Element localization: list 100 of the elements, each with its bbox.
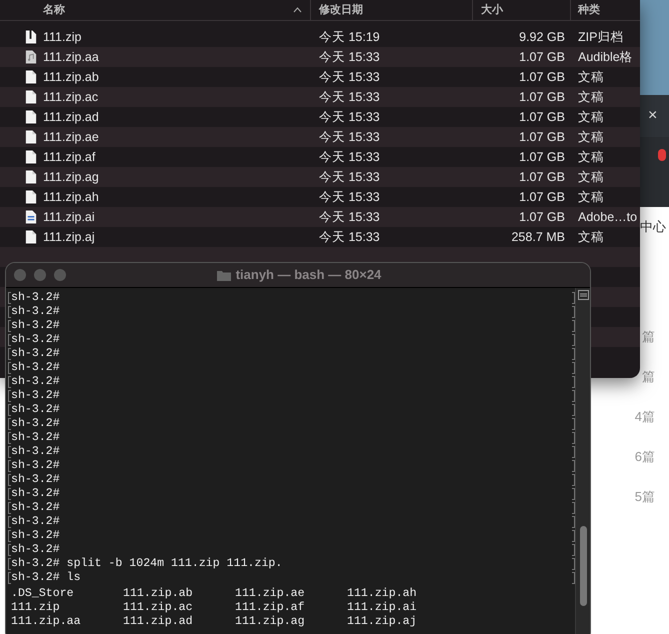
article-count: 5篇 xyxy=(634,488,655,506)
file-row[interactable]: 111.zip.ac 今天 15:33 1.07 GB 文稿 xyxy=(0,87,640,107)
article-count: 6篇 xyxy=(634,448,655,466)
column-header[interactable]: 修改日期 xyxy=(311,0,473,20)
file-row[interactable]: 111.zip.ah 今天 15:33 1.07 GB 文稿 xyxy=(0,187,640,207)
line-mark xyxy=(8,460,11,472)
line-mark xyxy=(8,572,11,584)
article-count: 篇 xyxy=(642,368,655,386)
column-header[interactable]: 大小 xyxy=(473,0,571,20)
document-icon xyxy=(24,169,38,185)
file-row[interactable]: 111.zip.ae 今天 15:33 1.07 GB 文稿 xyxy=(0,127,640,147)
terminal-output: 111.zip.ag xyxy=(235,615,305,628)
file-row[interactable]: 111.zip 今天 15:19 9.92 GB ZIP归档 xyxy=(0,27,640,47)
line-mark xyxy=(8,362,11,374)
line-mark xyxy=(8,334,11,346)
file-name: 111.zip.ac xyxy=(43,88,98,106)
window-title: tianyh — bash — 80×24 xyxy=(236,266,382,284)
file-name: 111.zip.aa xyxy=(43,48,99,66)
modified-date: 今天 15:33 xyxy=(319,230,380,244)
file-kind: 文稿 xyxy=(578,130,604,144)
terminal-output: 111.zip.ae xyxy=(235,587,305,600)
zoom-window-button[interactable] xyxy=(54,269,66,281)
terminal-output: 111.zip xyxy=(11,601,60,614)
file-row[interactable]: 111.zip.ag 今天 15:33 1.07 GB 文稿 xyxy=(0,167,640,187)
file-size: 1.07 GB xyxy=(519,50,565,64)
file-row[interactable]: 111.zip.aa 今天 15:33 1.07 GB Audible格 xyxy=(0,47,640,67)
article-count: 篇 xyxy=(642,328,655,346)
terminal-line: sh-3.2# xyxy=(11,501,60,515)
terminal-line: sh-3.2# xyxy=(11,515,60,529)
file-size: 1.07 GB xyxy=(519,210,565,224)
terminal-output: 111.zip.ab xyxy=(123,587,193,600)
line-mark xyxy=(8,404,11,416)
terminal-line: sh-3.2# xyxy=(11,333,60,347)
file-kind: 文稿 xyxy=(578,170,604,184)
document-icon xyxy=(24,189,38,205)
terminal-line: sh-3.2# xyxy=(11,487,60,501)
article-count: 4篇 xyxy=(634,408,655,426)
line-mark xyxy=(8,418,11,430)
file-row[interactable]: 111.zip.ai 今天 15:33 1.07 GB Adobe…to xyxy=(0,207,640,227)
file-kind: 文稿 xyxy=(578,110,604,124)
file-row[interactable]: 111.zip.ab 今天 15:33 1.07 GB 文稿 xyxy=(0,67,640,87)
document-icon xyxy=(24,109,38,125)
terminal-line: sh-3.2# xyxy=(11,389,60,403)
split-pane-icon[interactable] xyxy=(578,290,588,300)
line-mark xyxy=(8,376,11,388)
document-icon xyxy=(24,149,38,165)
terminal-line: sh-3.2# xyxy=(11,361,60,375)
terminal-output: 111.zip.af xyxy=(235,601,305,614)
column-header[interactable]: 种类 xyxy=(571,0,640,20)
terminal-line: sh-3.2# xyxy=(11,459,60,473)
file-size: 1.07 GB xyxy=(519,90,565,104)
terminal-output: .DS_Store xyxy=(11,587,74,600)
nav-text: 中心 xyxy=(640,218,666,236)
extension-icon xyxy=(658,149,666,161)
document-icon xyxy=(24,129,38,145)
file-kind: 文稿 xyxy=(578,90,604,104)
file-kind: 文稿 xyxy=(578,230,604,244)
terminal-line: sh-3.2# xyxy=(11,431,60,445)
terminal-line: sh-3.2# xyxy=(11,473,60,487)
line-mark xyxy=(8,390,11,402)
terminal-line: sh-3.2# xyxy=(11,417,60,431)
file-name: 111.zip.aj xyxy=(43,228,95,246)
line-mark xyxy=(8,530,11,542)
modified-date: 今天 15:33 xyxy=(319,170,380,184)
line-mark xyxy=(8,544,11,556)
terminal-line: sh-3.2# xyxy=(11,291,60,305)
modified-date: 今天 15:33 xyxy=(319,210,380,224)
modified-date: 今天 15:33 xyxy=(319,110,380,124)
image-file-icon xyxy=(24,209,38,225)
file-name: 111.zip.ah xyxy=(43,188,99,206)
file-size: 1.07 GB xyxy=(519,70,565,84)
terminal-output: 111.zip.ad xyxy=(123,615,193,628)
file-row[interactable]: 111.zip.af 今天 15:33 1.07 GB 文稿 xyxy=(0,147,640,167)
terminal-line: sh-3.2# split -b 1024m 111.zip 111.zip. xyxy=(11,557,282,571)
file-kind: ZIP归档 xyxy=(578,30,624,44)
file-row[interactable]: 111.zip.aj 今天 15:33 258.7 MB 文稿 xyxy=(0,227,640,247)
modified-date: 今天 15:19 xyxy=(319,30,380,44)
column-header[interactable]: 名称 xyxy=(0,0,311,20)
line-mark xyxy=(8,348,11,360)
sort-caret-icon xyxy=(293,7,302,13)
document-icon xyxy=(24,69,38,85)
line-mark xyxy=(8,320,11,332)
line-mark xyxy=(8,502,11,514)
terminal-output: 111.zip.aj xyxy=(347,615,417,628)
file-size: 1.07 GB xyxy=(519,110,565,124)
close-tab-button[interactable]: × xyxy=(648,108,658,124)
minimize-window-button[interactable] xyxy=(34,269,46,281)
file-size: 258.7 MB xyxy=(511,230,565,244)
line-mark xyxy=(8,432,11,444)
terminal-line: sh-3.2# xyxy=(11,403,60,417)
terminal-line: sh-3.2# ls xyxy=(11,571,81,585)
file-row[interactable]: 111.zip.ad 今天 15:33 1.07 GB 文稿 xyxy=(0,107,640,127)
terminal-output: 111.zip.aa xyxy=(11,615,81,628)
zip-file-icon xyxy=(24,29,38,45)
line-mark xyxy=(8,306,11,318)
scroll-thumb[interactable] xyxy=(580,526,586,606)
close-window-button[interactable] xyxy=(14,269,26,281)
terminal-output: 111.zip.ac xyxy=(123,601,193,614)
modified-date: 今天 15:33 xyxy=(319,70,380,84)
line-mark xyxy=(8,558,11,570)
